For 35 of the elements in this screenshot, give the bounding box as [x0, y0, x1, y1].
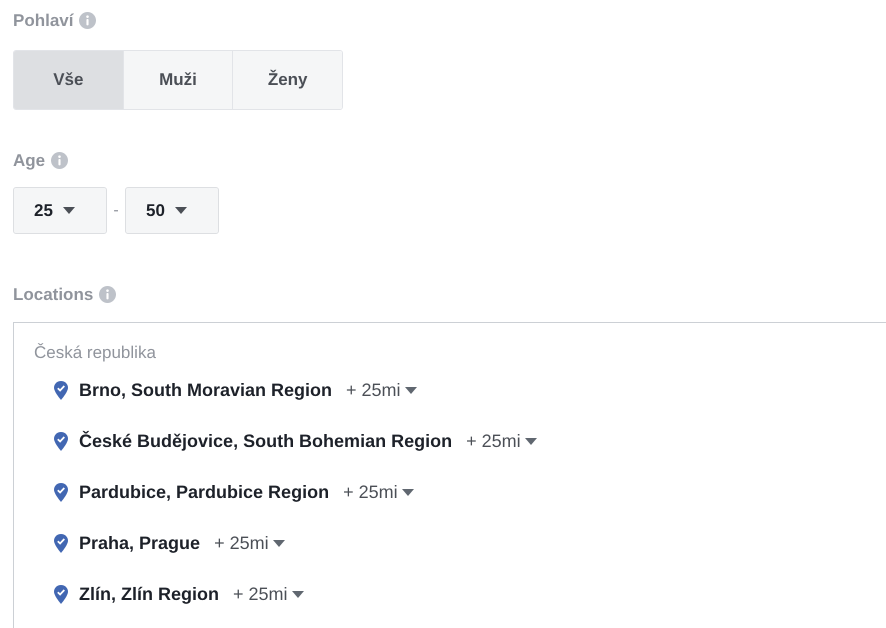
range-separator: -: [112, 200, 120, 220]
section-label: Pohlaví: [13, 10, 74, 32]
caret-icon: [292, 591, 304, 598]
location-pin-icon: [54, 381, 68, 400]
location-name: Pardubice, Pardubice Region: [79, 481, 330, 504]
location-pin-icon: [54, 483, 68, 502]
info-icon: [51, 152, 68, 169]
location-pin-icon: [54, 534, 68, 553]
radius-dropdown[interactable]: + 25mi: [343, 479, 414, 506]
caret-icon: [62, 207, 75, 214]
info-icon: [79, 12, 96, 30]
age-max-dropdown[interactable]: 50: [125, 187, 219, 234]
section-label: Age: [13, 150, 46, 172]
location-name: Zlín, Zlín Region: [79, 583, 219, 606]
location-pin-icon: [54, 585, 68, 604]
age-min-dropdown[interactable]: 25: [13, 187, 107, 234]
location-name: Praha, Prague: [79, 532, 200, 555]
section-label: Locations: [13, 284, 94, 306]
caret-icon: [174, 207, 187, 214]
gender-option[interactable]: Vše: [14, 50, 123, 108]
location-name: České Budějovice, South Bohemian Region: [79, 430, 452, 453]
country-label: Česká republika: [34, 342, 157, 364]
location-pin-icon: [54, 432, 68, 451]
radius-dropdown[interactable]: + 25mi: [346, 377, 417, 404]
caret-icon: [404, 387, 417, 394]
radius-dropdown[interactable]: + 25mi: [466, 428, 537, 455]
radius-dropdown[interactable]: + 25mi: [214, 530, 285, 557]
caret-icon: [524, 438, 537, 445]
location-name: Brno, South Moravian Region: [79, 379, 332, 402]
caret-icon: [402, 489, 414, 496]
gender-option[interactable]: Muži: [122, 50, 232, 108]
caret-icon: [272, 540, 285, 547]
info-icon: [99, 286, 116, 304]
gender-option[interactable]: Ženy: [232, 50, 342, 108]
radius-dropdown[interactable]: + 25mi: [232, 581, 304, 608]
